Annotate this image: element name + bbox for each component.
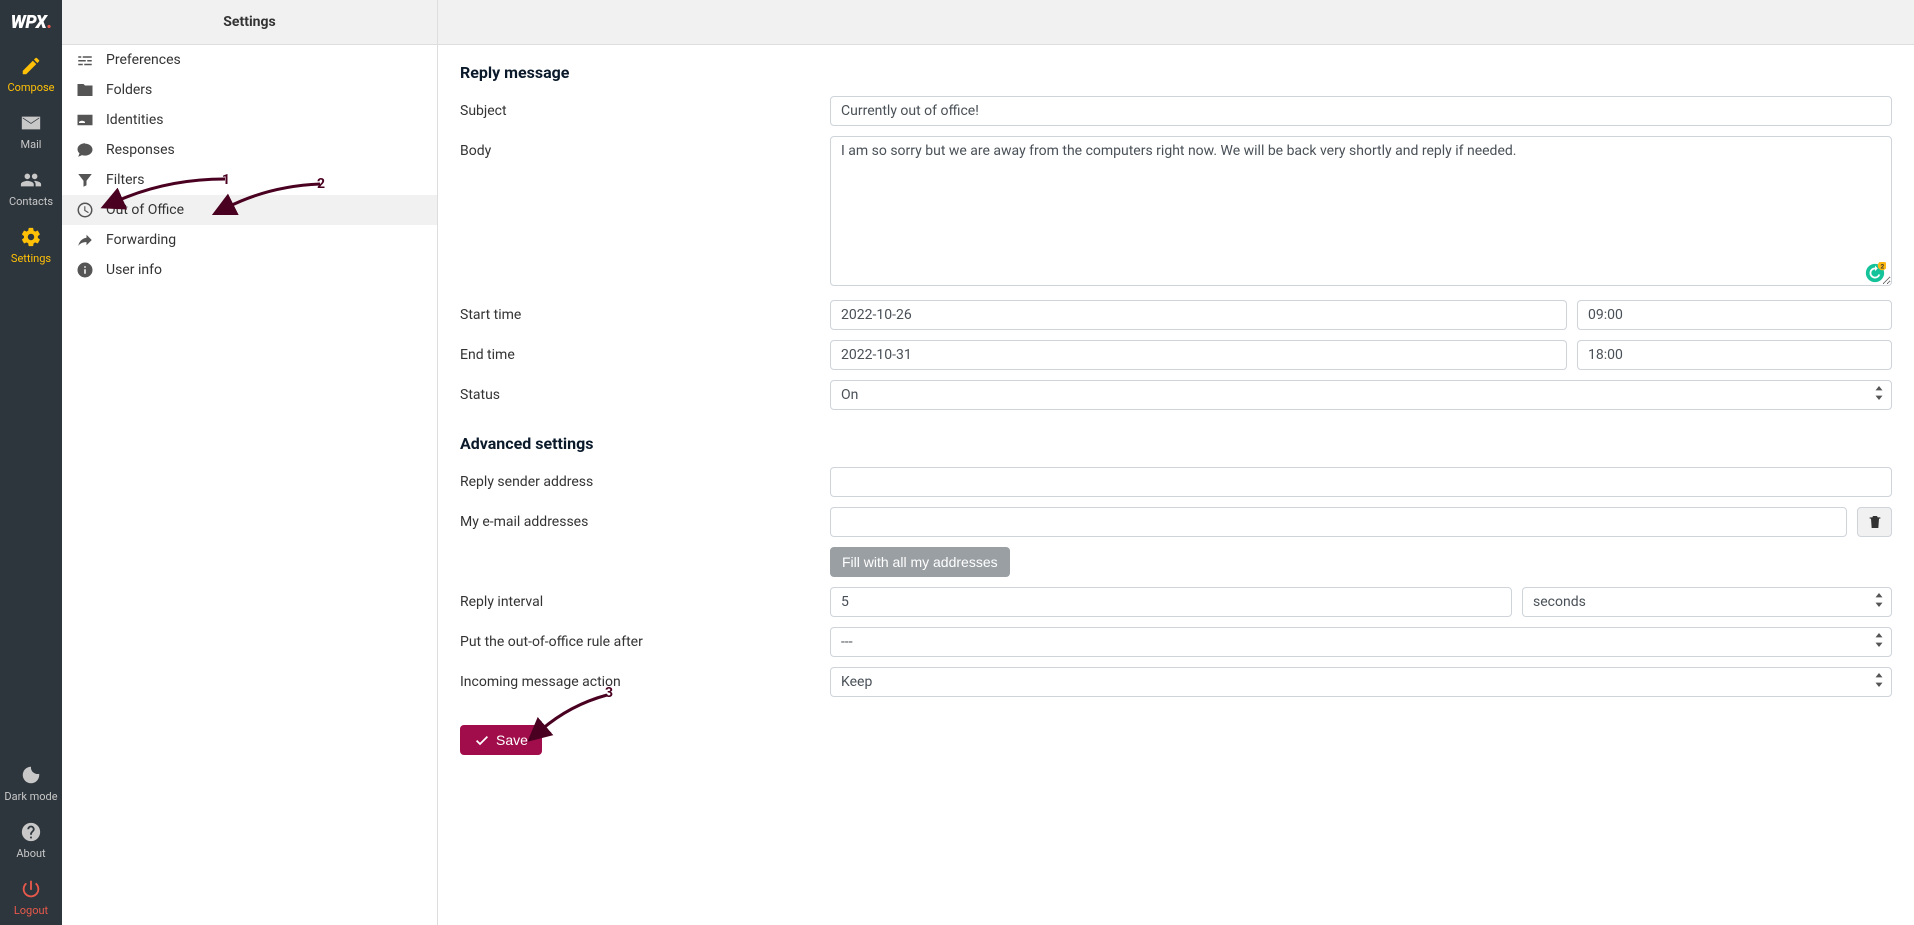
start-time-input[interactable] bbox=[1577, 300, 1892, 330]
compose-icon bbox=[20, 55, 42, 77]
sliders-icon bbox=[76, 51, 94, 69]
reply-interval-label: Reply interval bbox=[460, 587, 830, 610]
nav-about-label: About bbox=[16, 847, 45, 860]
subject-label: Subject bbox=[460, 96, 830, 119]
reply-heading: Reply message bbox=[460, 63, 1892, 82]
nav-mail[interactable]: Mail bbox=[0, 102, 62, 159]
settings-title: Settings bbox=[223, 14, 275, 30]
nav-contacts-label: Contacts bbox=[9, 195, 53, 208]
settings-column: Settings Preferences Folders Identities … bbox=[62, 0, 438, 925]
power-icon bbox=[20, 878, 42, 900]
settings-item-identities[interactable]: Identities bbox=[62, 105, 437, 135]
nav-about[interactable]: About bbox=[0, 811, 62, 868]
interval-unit-select[interactable]: seconds bbox=[1522, 587, 1892, 617]
settings-list: Preferences Folders Identities Responses… bbox=[62, 45, 437, 925]
settings-item-label: Identities bbox=[106, 112, 163, 128]
settings-item-responses[interactable]: Responses bbox=[62, 135, 437, 165]
settings-item-user-info[interactable]: User info bbox=[62, 255, 437, 285]
incoming-action-select[interactable]: Keep bbox=[830, 667, 1892, 697]
check-icon bbox=[474, 732, 490, 748]
advanced-section: Advanced settings Reply sender address M… bbox=[460, 434, 1892, 755]
nav-logout[interactable]: Logout bbox=[0, 868, 62, 925]
fill-all-addresses-button[interactable]: Fill with all my addresses bbox=[830, 547, 1010, 577]
settings-item-label: Folders bbox=[106, 82, 152, 98]
start-date-input[interactable] bbox=[830, 300, 1567, 330]
chat-icon bbox=[76, 141, 94, 159]
nav-compose-label: Compose bbox=[7, 81, 54, 94]
settings-header: Settings bbox=[62, 0, 437, 45]
trash-icon bbox=[1867, 514, 1883, 530]
share-icon bbox=[76, 231, 94, 249]
reply-interval-input[interactable] bbox=[830, 587, 1512, 617]
svg-text:2: 2 bbox=[1880, 262, 1884, 270]
envelope-icon bbox=[20, 112, 42, 134]
out-of-office-form: Reply message Subject Body I am so sorry… bbox=[438, 45, 1914, 925]
reply-sender-input[interactable] bbox=[830, 467, 1892, 497]
reply-sender-label: Reply sender address bbox=[460, 467, 830, 490]
my-emails-input[interactable] bbox=[830, 507, 1847, 537]
start-time-label: Start time bbox=[460, 300, 830, 323]
nav-settings[interactable]: Settings bbox=[0, 216, 62, 273]
settings-item-label: Forwarding bbox=[106, 232, 176, 248]
main-panel: Reply message Subject Body I am so sorry… bbox=[438, 0, 1914, 925]
delete-email-button[interactable] bbox=[1857, 507, 1892, 537]
info-icon bbox=[76, 261, 94, 279]
settings-item-label: Responses bbox=[106, 142, 175, 158]
body-label: Body bbox=[460, 136, 830, 159]
rule-after-label: Put the out-of-office rule after bbox=[460, 627, 830, 650]
body-textarea[interactable]: I am so sorry but we are away from the c… bbox=[830, 136, 1892, 286]
end-time-label: End time bbox=[460, 340, 830, 363]
fill-all-label: Fill with all my addresses bbox=[842, 554, 998, 570]
end-date-input[interactable] bbox=[830, 340, 1567, 370]
save-button[interactable]: Save bbox=[460, 725, 542, 755]
moon-icon bbox=[20, 764, 42, 786]
save-button-label: Save bbox=[496, 732, 528, 748]
settings-item-label: Out of Office bbox=[106, 202, 184, 218]
my-emails-label: My e-mail addresses bbox=[460, 507, 830, 530]
people-icon bbox=[20, 169, 42, 191]
nav-darkmode-label: Dark mode bbox=[4, 790, 57, 803]
settings-item-label: Filters bbox=[106, 172, 145, 188]
main-header bbox=[438, 0, 1914, 45]
folder-icon bbox=[76, 81, 94, 99]
funnel-icon bbox=[76, 171, 94, 189]
gear-icon bbox=[20, 226, 42, 248]
question-icon bbox=[20, 821, 42, 843]
idcard-icon bbox=[76, 111, 94, 129]
rule-after-select[interactable]: --- bbox=[830, 627, 1892, 657]
end-time-input[interactable] bbox=[1577, 340, 1892, 370]
advanced-heading: Advanced settings bbox=[460, 434, 1892, 453]
settings-item-label: Preferences bbox=[106, 52, 181, 68]
nav-logout-label: Logout bbox=[14, 904, 48, 917]
nav-rail: WPX. Compose Mail Contacts Settings Dark… bbox=[0, 0, 62, 925]
settings-item-forwarding[interactable]: Forwarding bbox=[62, 225, 437, 255]
nav-darkmode[interactable]: Dark mode bbox=[0, 754, 62, 811]
reply-section: Reply message Subject Body I am so sorry… bbox=[460, 63, 1892, 410]
nav-mail-label: Mail bbox=[21, 138, 42, 151]
status-label: Status bbox=[460, 380, 830, 403]
app-logo: WPX. bbox=[0, 0, 62, 45]
incoming-action-label: Incoming message action bbox=[460, 667, 830, 690]
subject-input[interactable] bbox=[830, 96, 1892, 126]
grammarly-badge[interactable]: 2 bbox=[1864, 262, 1886, 284]
nav-settings-label: Settings bbox=[11, 252, 51, 265]
nav-compose[interactable]: Compose bbox=[0, 45, 62, 102]
settings-item-folders[interactable]: Folders bbox=[62, 75, 437, 105]
settings-item-label: User info bbox=[106, 262, 162, 278]
clock-icon bbox=[76, 201, 94, 219]
settings-item-preferences[interactable]: Preferences bbox=[62, 45, 437, 75]
settings-item-out-of-office[interactable]: Out of Office bbox=[62, 195, 437, 225]
nav-contacts[interactable]: Contacts bbox=[0, 159, 62, 216]
status-select[interactable]: On bbox=[830, 380, 1892, 410]
settings-item-filters[interactable]: Filters bbox=[62, 165, 437, 195]
